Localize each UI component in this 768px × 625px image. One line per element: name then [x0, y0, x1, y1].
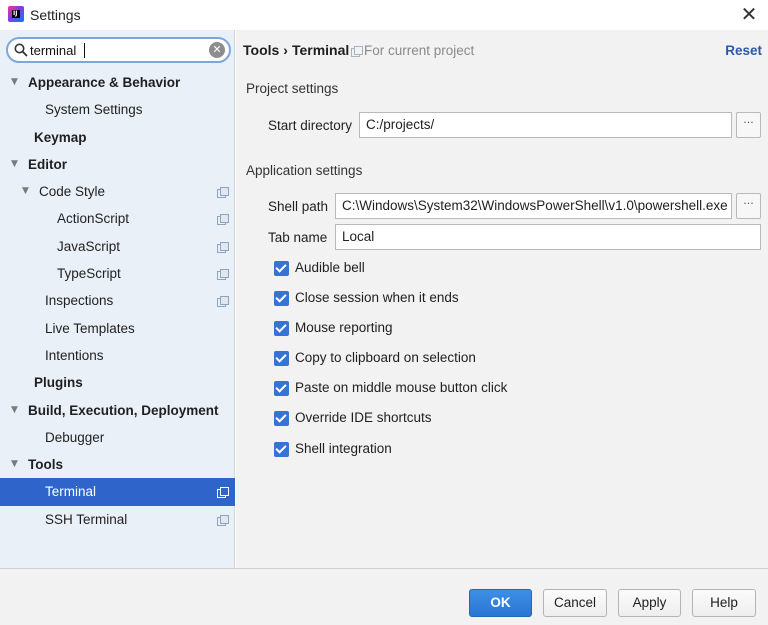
close-icon[interactable]: ✕: [736, 2, 762, 28]
expand-arrow-icon[interactable]: ▼: [11, 151, 21, 178]
tree-item-live-templates[interactable]: Live Templates: [0, 315, 235, 342]
tree-item-ssh-terminal[interactable]: SSH Terminal: [0, 506, 235, 533]
tree-item-label: Live Templates: [45, 320, 135, 336]
checkbox-label: Paste on middle mouse button click: [295, 380, 508, 395]
breadcrumb: Tools › Terminal: [243, 42, 349, 58]
project-settings-heading: Project settings: [246, 81, 339, 96]
tree-item-typescript[interactable]: TypeScript: [0, 260, 235, 287]
project-scope-icon: [217, 187, 229, 199]
start-directory-label: Start directory: [268, 118, 353, 133]
browse-start-directory-button[interactable]: ···: [736, 112, 761, 138]
tree-item-label: Code Style: [39, 184, 106, 200]
audible-bell-checkbox[interactable]: [274, 261, 289, 276]
tree-item-label: JavaScript: [57, 238, 121, 254]
checkbox-label: Shell integration: [295, 441, 392, 456]
tree-item-tools[interactable]: ▼ Tools: [0, 451, 235, 478]
tree-item-label: Appearance & Behavior: [28, 75, 181, 90]
tree-item-code-style[interactable]: ▼ Code Style: [0, 178, 235, 205]
cancel-button[interactable]: Cancel: [543, 589, 607, 617]
close-session-checkbox[interactable]: [274, 291, 289, 306]
ok-button[interactable]: OK: [469, 589, 532, 617]
breadcrumb-parent: Tools: [243, 42, 280, 58]
intellij-app-icon: IJ: [8, 6, 24, 22]
tree-item-javascript[interactable]: JavaScript: [0, 233, 235, 260]
search-input[interactable]: [30, 41, 210, 60]
checkbox-label: Close session when it ends: [295, 290, 459, 305]
tree-item-label: Intentions: [45, 347, 104, 363]
checkbox-label: Copy to clipboard on selection: [295, 350, 476, 365]
expand-arrow-icon[interactable]: ▼: [22, 178, 32, 205]
window-title: Settings: [30, 7, 81, 23]
tab-name-label: Tab name: [268, 230, 328, 245]
project-scope-icon: [217, 487, 229, 499]
tree-item-label: Inspections: [45, 293, 114, 309]
tree-item-editor[interactable]: ▼ Editor: [0, 151, 235, 178]
expand-arrow-icon[interactable]: ▼: [11, 397, 21, 424]
tree-item-actionscript[interactable]: ActionScript: [0, 205, 235, 232]
tree-item-build-execution-deployment[interactable]: ▼ Build, Execution, Deployment: [0, 397, 235, 424]
tree-item-label: TypeScript: [57, 266, 121, 282]
copy-to-clipboard-checkbox[interactable]: [274, 351, 289, 366]
tab-name-field[interactable]: Local: [335, 224, 761, 250]
apply-button[interactable]: Apply: [618, 589, 681, 617]
settings-tree: ▼ Appearance & Behavior System Settings …: [0, 69, 235, 533]
project-scope-icon: [217, 269, 229, 281]
tree-item-debugger[interactable]: Debugger: [0, 424, 235, 451]
tree-item-label: Build, Execution, Deployment: [28, 402, 219, 418]
project-scope-icon: [217, 514, 229, 526]
override-ide-shortcuts-checkbox[interactable]: [274, 411, 289, 426]
title-bar: IJ Settings ✕: [0, 0, 768, 30]
shell-path-label: Shell path: [268, 199, 329, 214]
reset-link[interactable]: Reset: [725, 43, 762, 58]
search-box[interactable]: ✕: [6, 37, 231, 63]
tree-item-label: Keymap: [34, 129, 87, 145]
tree-item-label: Debugger: [45, 429, 105, 445]
text-caret: [84, 43, 85, 58]
paste-middle-click-checkbox[interactable]: [274, 381, 289, 396]
tree-item-keymap[interactable]: Keymap: [0, 124, 235, 151]
tree-item-inspections[interactable]: Inspections: [0, 287, 235, 314]
breadcrumb-current: Terminal: [291, 42, 350, 58]
tree-item-plugins[interactable]: Plugins: [0, 369, 235, 396]
tree-item-label: Plugins: [34, 375, 83, 391]
tree-item-system-settings[interactable]: System Settings: [0, 96, 235, 123]
expand-arrow-icon[interactable]: ▼: [11, 69, 21, 96]
project-scope-icon: [217, 214, 229, 226]
tree-item-intentions[interactable]: Intentions: [0, 342, 235, 369]
scope-label: For current project: [364, 43, 475, 58]
dialog-footer: OK Cancel Apply Help: [0, 568, 768, 625]
checkbox-label: Mouse reporting: [295, 320, 393, 335]
scope-indicator: For current project: [351, 43, 474, 58]
tree-item-label: ActionScript: [57, 211, 130, 227]
clear-search-icon[interactable]: ✕: [209, 42, 225, 58]
tree-item-label: Terminal: [45, 484, 97, 500]
project-scope-icon: [351, 46, 363, 57]
mouse-reporting-checkbox[interactable]: [274, 321, 289, 336]
shell-integration-checkbox[interactable]: [274, 442, 289, 457]
shell-path-field[interactable]: C:\Windows\System32\WindowsPowerShell\v1…: [335, 193, 732, 219]
project-scope-icon: [217, 241, 229, 253]
application-settings-heading: Application settings: [246, 163, 363, 178]
checkbox-label: Override IDE shortcuts: [295, 410, 432, 425]
settings-sidebar: ✕ ▼ Appearance & Behavior System Setting…: [0, 30, 235, 568]
search-icon: [14, 43, 28, 57]
start-directory-field[interactable]: C:/projects/: [359, 112, 732, 138]
tree-item-label: Editor: [28, 156, 67, 172]
checkbox-label: Audible bell: [295, 260, 365, 275]
tree-item-label: Tools: [28, 457, 63, 473]
help-button[interactable]: Help: [692, 589, 756, 617]
settings-main-panel: Tools › Terminal For current project Reset…: [236, 30, 768, 568]
project-scope-icon: [217, 296, 229, 308]
breadcrumb-separator: ›: [283, 42, 288, 58]
expand-arrow-icon[interactable]: ▼: [11, 451, 21, 478]
tree-item-terminal[interactable]: Terminal: [0, 478, 235, 506]
tree-item-label: System Settings: [45, 102, 143, 118]
tree-item-appearance-behavior[interactable]: ▼ Appearance & Behavior: [0, 69, 235, 96]
browse-shell-path-button[interactable]: ···: [736, 193, 761, 219]
tree-item-label: SSH Terminal: [45, 511, 128, 527]
app-icon-letter: IJ: [13, 10, 18, 17]
